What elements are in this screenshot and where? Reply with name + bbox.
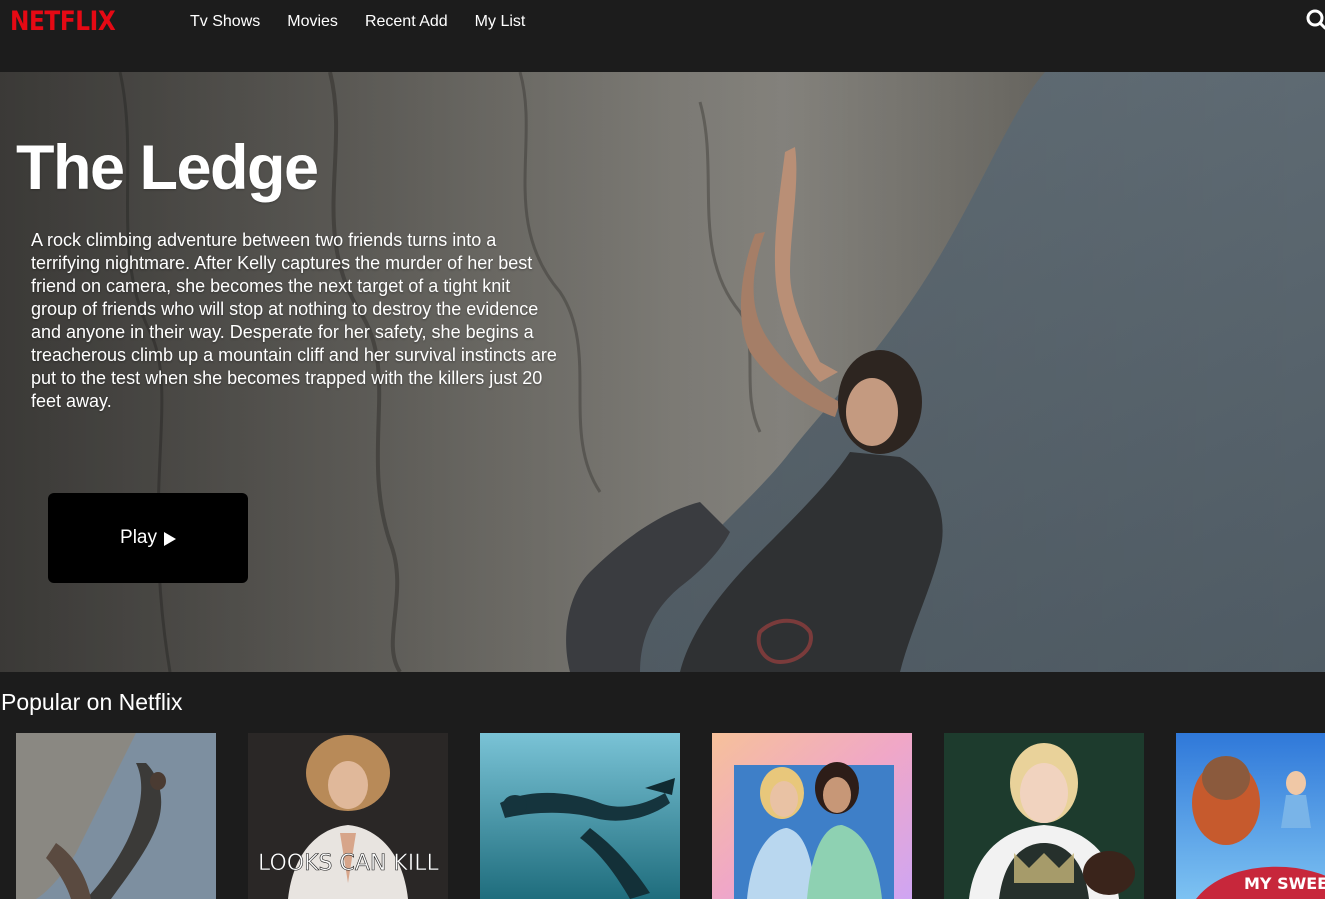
netflix-logo[interactable]: NETFLIX [10, 6, 116, 37]
popular-row: LOOKS CAN KILL MY SWEE [16, 733, 1325, 899]
underwater-diver-poster[interactable] [480, 733, 680, 899]
main-navigation: Tv Shows Movies Recent Add My List [190, 13, 525, 31]
my-sweet-monster-poster[interactable]: MY SWEET [1176, 733, 1325, 899]
popular-section-title: Popular on Netflix [1, 689, 183, 715]
school-girls-poster[interactable] [712, 733, 912, 899]
play-button-label: Play [120, 527, 157, 548]
nav-tv-shows[interactable]: Tv Shows [190, 13, 260, 31]
nav-movies[interactable]: Movies [287, 13, 338, 31]
hero-title: The Ledge [16, 133, 319, 203]
search-icon[interactable] [1303, 7, 1325, 31]
looks-can-kill-poster[interactable]: LOOKS CAN KILL [248, 733, 448, 899]
nav-recent-add[interactable]: Recent Add [365, 13, 448, 31]
school-portrait-poster[interactable] [944, 733, 1144, 899]
play-button[interactable]: Play [48, 493, 248, 583]
play-icon [163, 531, 176, 546]
top-navigation-bar: NETFLIX Tv Shows Movies Recent Add My Li… [0, 0, 1325, 72]
my-sweet-artwork-text: MY SWEET [1244, 874, 1325, 893]
looks-can-kill-artwork-text: LOOKS CAN KILL [258, 851, 440, 876]
nav-my-list[interactable]: My List [475, 13, 526, 31]
hero-description: A rock climbing adventure between two fr… [31, 230, 557, 411]
hero-banner: The Ledge A rock climbing adventure betw… [0, 72, 1325, 672]
rock-climbing-poster[interactable] [16, 733, 216, 899]
